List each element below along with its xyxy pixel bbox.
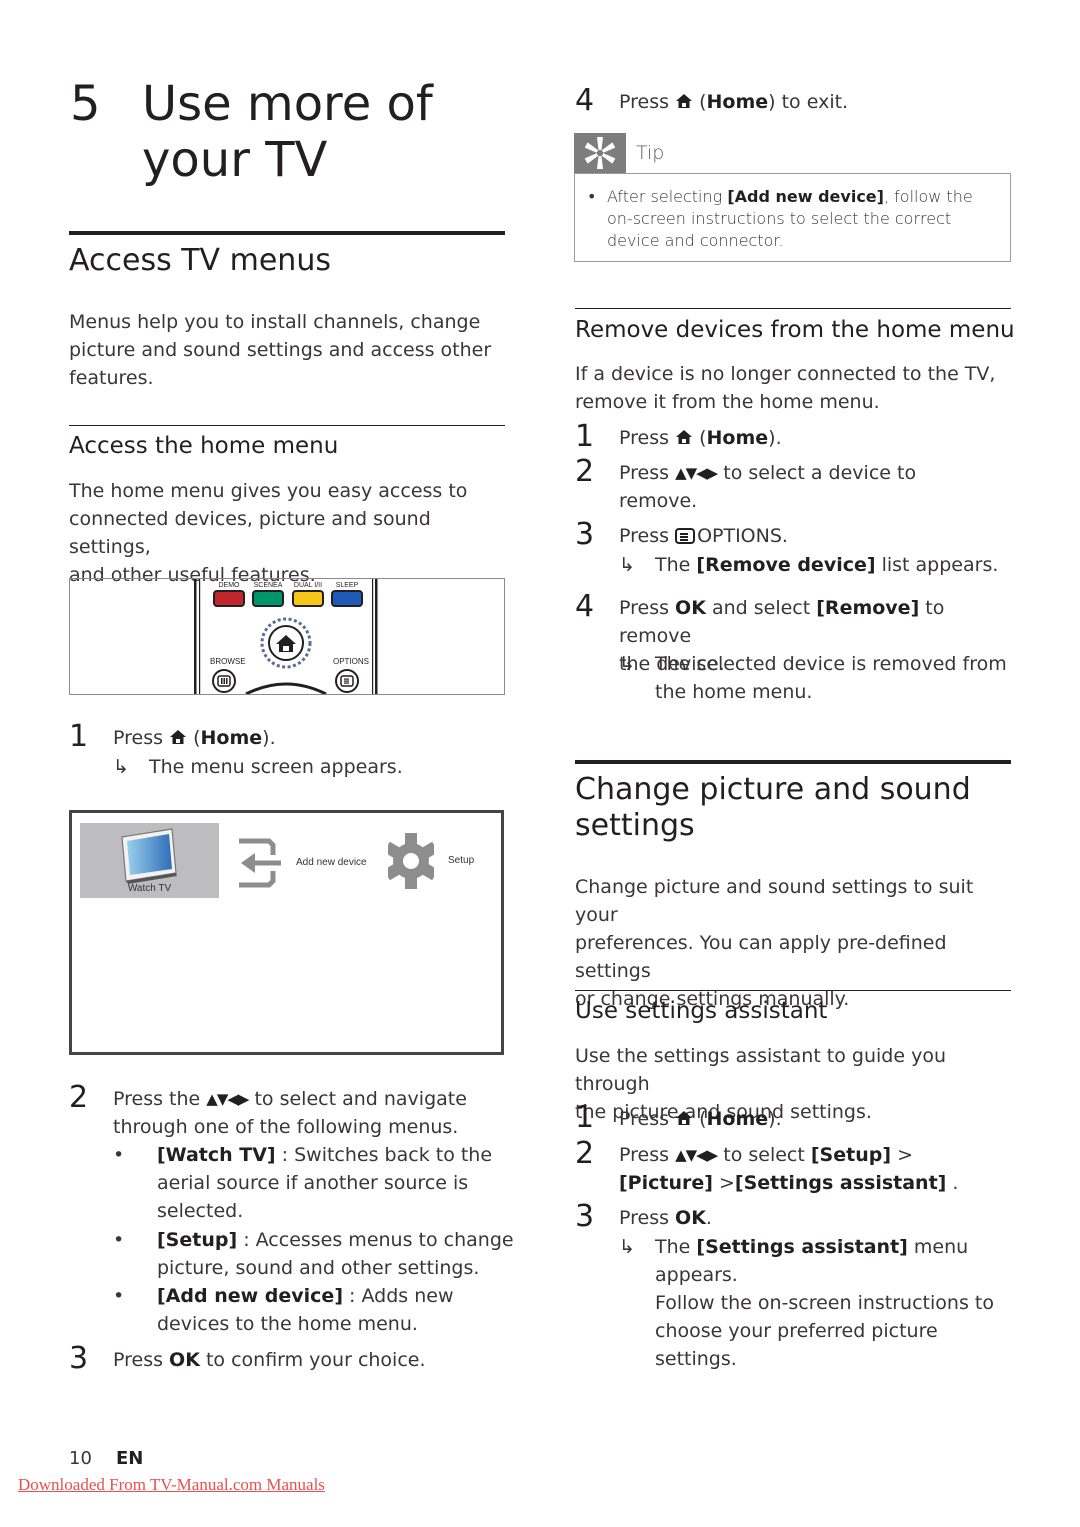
page-number: 10 xyxy=(69,1448,92,1469)
tip-badge xyxy=(574,133,626,173)
remote-button-label: DEMO xyxy=(219,582,241,589)
remote-color-button-demo xyxy=(213,590,245,607)
settings-assistant-title: Use settings assistant xyxy=(575,998,828,1024)
change-section-divider xyxy=(575,760,1011,764)
remove-step-3-result: ↳ The [Remove device] list appears. xyxy=(619,551,1019,579)
tip-label: Tip xyxy=(636,142,665,164)
remove-step-4-result: ↳ The selected device is removed from the… xyxy=(619,650,1019,706)
home-icon xyxy=(676,1111,693,1125)
result-arrow-icon: ↳ xyxy=(113,756,129,778)
watch-tv-tile[interactable]: Watch TV xyxy=(80,823,219,898)
remote-color-button-sleep xyxy=(331,590,363,607)
remote-svg: DEMO SCENEA DUAL I/II SLEEP BROWSE OPTIONS xyxy=(194,579,378,696)
remove-step-3: 3 Press OPTIONS. xyxy=(575,517,788,552)
home-menu-paragraph: The home menu gives you easy access to c… xyxy=(69,480,468,586)
change-settings-title: Change picture and sound settings xyxy=(575,772,971,843)
section-divider xyxy=(69,231,505,235)
intro-paragraph: Menus help you to install channels, chan… xyxy=(69,311,492,389)
remote-color-button-dual-i-ii xyxy=(292,590,324,607)
remote-button-label: SCENEA xyxy=(254,582,283,589)
remote-button-label: DUAL I/II xyxy=(294,582,322,589)
home-menu-screen: Watch TV Add new device Setup xyxy=(69,810,504,1055)
tv-icon xyxy=(121,828,177,884)
tip-header: Tip xyxy=(574,133,1011,173)
remove-step-2: 2 Press ▲▼◀▶ to select a device to remove… xyxy=(575,454,917,513)
remote-button-label: SLEEP xyxy=(336,582,359,589)
remote-color-button-scenea xyxy=(252,590,284,607)
chapter-title: Use more of your TV xyxy=(142,76,433,188)
assistant-section-divider xyxy=(575,990,1011,991)
assistant-step-3: 3 Press OK. xyxy=(575,1199,712,1234)
tip-body: • After selecting [Add new device], foll… xyxy=(574,173,1011,262)
remove-devices-title: Remove devices from the home menu xyxy=(575,317,1015,343)
assistant-step-3-result: ↳ The [Settings assistant] menu appears.… xyxy=(619,1233,1019,1370)
assistant-step-2: 2 Press ▲▼◀▶ to select [Setup] > [Picture… xyxy=(575,1136,959,1195)
bullet-watch-tv: • [Watch TV] : Switches back to the aeria… xyxy=(113,1144,493,1222)
language-code: EN xyxy=(116,1448,144,1469)
chapter-number: 5 xyxy=(70,76,101,132)
remove-section-divider xyxy=(575,308,1011,309)
setup-gear-icon[interactable] xyxy=(388,833,434,889)
step-1: 1 Press (Home). xyxy=(69,719,276,754)
navigation-arrows-icon: ▲▼◀▶ xyxy=(206,1090,249,1108)
step-4-exit: 4 Press (Home) to exit. xyxy=(575,83,849,118)
remove-intro: If a device is no longer connected to th… xyxy=(575,363,996,413)
subsection-title-home-menu: Access the home menu xyxy=(69,433,339,459)
result-arrow-icon: ↳ xyxy=(619,1236,635,1258)
nav-ring xyxy=(245,682,327,696)
result-arrow-icon: ↳ xyxy=(619,554,635,576)
options-label: OPTIONS xyxy=(333,657,369,666)
step-3: 3 Press OK to confirm your choice. xyxy=(69,1341,426,1376)
change-intro: Change picture and sound settings to sui… xyxy=(575,876,974,1010)
bullet-setup: • [Setup] : Accesses menus to change pict… xyxy=(113,1229,514,1279)
bullet-add-new-device: • [Add new device] : Adds new devices to … xyxy=(113,1285,454,1335)
navigation-arrows-icon: ▲▼◀▶ xyxy=(675,1146,718,1164)
remove-step-1: 1 Press (Home). xyxy=(575,419,782,454)
step-1-result: ↳ The menu screen appears. xyxy=(113,753,513,781)
tip-bullet-icon: • xyxy=(587,187,597,206)
add-new-device-label[interactable]: Add new device xyxy=(296,857,367,868)
assistant-step-1: 1 Press (Home). xyxy=(575,1100,782,1135)
options-icon xyxy=(675,528,696,544)
step-2: 2 Press the ▲▼◀▶ to select and navigate t… xyxy=(69,1080,467,1139)
home-icon xyxy=(676,430,693,444)
result-arrow-icon: ↳ xyxy=(619,653,635,675)
remote-illustration: DEMO SCENEA DUAL I/II SLEEP BROWSE OPTIONS xyxy=(69,578,505,696)
setup-label[interactable]: Setup xyxy=(448,855,474,866)
tip-text: After selecting [Add new device], follow… xyxy=(607,187,973,250)
subsection-divider xyxy=(69,425,505,426)
tip-asterisk-icon xyxy=(584,137,616,169)
home-icon xyxy=(676,94,693,108)
watch-tv-label: Watch TV xyxy=(127,883,172,894)
add-device-icon[interactable] xyxy=(235,835,293,891)
browse-label: BROWSE xyxy=(210,657,246,666)
section-title-access-tv-menus: Access TV menus xyxy=(69,243,331,278)
remove-step-4: 4 Press OK and select [Remove] to remove… xyxy=(575,589,945,676)
navigation-arrows-icon: ▲▼◀▶ xyxy=(675,464,718,482)
download-source-link[interactable]: Downloaded From TV-Manual.com Manuals xyxy=(18,1475,325,1495)
home-icon xyxy=(170,730,187,744)
